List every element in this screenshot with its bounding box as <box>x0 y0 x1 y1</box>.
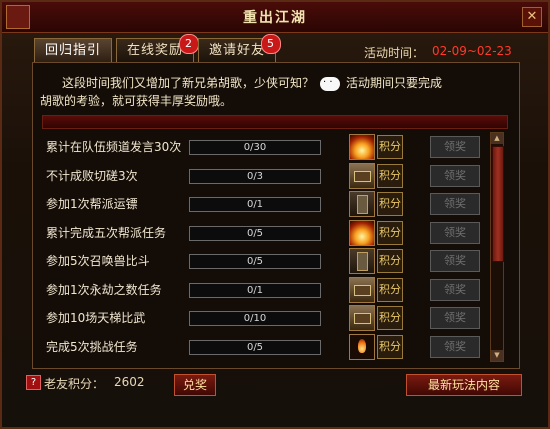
tab-label: 在线奖励 <box>126 43 183 58</box>
chest-icon[interactable] <box>349 276 375 303</box>
claim-reward-button[interactable]: 领奖 <box>430 136 480 158</box>
chest-icon[interactable] <box>349 162 375 189</box>
points-reward-icon[interactable]: 积分 <box>377 306 403 330</box>
task-row: 不计成败切磋3次 0/3 积分 领奖 <box>43 161 488 189</box>
flame-icon[interactable] <box>349 333 375 360</box>
task-progress-bar: 0/5 <box>189 339 321 355</box>
task-name: 参加5次召唤兽比斗 <box>46 254 150 268</box>
task-progress-bar: 0/3 <box>189 168 321 184</box>
task-row: 参加5次召唤兽比斗 0/5 积分 领奖 <box>43 246 488 274</box>
task-name: 累计完成五次帮派任务 <box>46 225 167 240</box>
book-icon[interactable] <box>349 248 375 274</box>
activity-time-value: 02-09~02-23 <box>432 44 512 58</box>
smile-face-icon <box>320 74 341 92</box>
chest-icon[interactable] <box>349 305 375 331</box>
claim-reward-button[interactable]: 领奖 <box>430 221 480 244</box>
points-reward-icon[interactable]: 积分 <box>377 220 403 245</box>
task-progress-bar: 0/5 <box>189 254 321 269</box>
notification-badge: 5 <box>261 34 281 54</box>
points-reward-icon[interactable]: 积分 <box>377 163 403 188</box>
intro-line-1b: 活动期间只要完成 <box>346 76 443 90</box>
task-progress-bar: 0/30 <box>189 140 321 155</box>
task-row: 参加10场天梯比武 0/10 积分 领奖 <box>43 303 488 331</box>
tab-return-guide[interactable]: 回归指引 <box>34 38 112 64</box>
activity-time-label: 活动时间： <box>364 46 425 60</box>
scrollbar[interactable]: ▲ ▼ <box>490 132 504 362</box>
task-progress-bar: 0/1 <box>189 282 321 298</box>
claim-reward-button[interactable]: 领奖 <box>430 335 480 358</box>
points-reward-icon[interactable]: 积分 <box>377 249 403 273</box>
task-list: 累计在队伍频道发言30次 0/30 积分 领奖 不计成败切磋3次 0/3 积分 领奖 参加1次帮… <box>43 132 488 360</box>
task-progress-bar: 0/5 <box>189 225 321 241</box>
latest-content-button[interactable]: 最新玩法内容 <box>406 374 522 396</box>
intro-text: 这段时间我们又增加了新兄弟胡歌，少侠可知？ 活动期间只要完成 胡歌的考验，就可获得… <box>40 74 510 110</box>
task-row: 参加1次永劫之数任务 0/1 积分 领奖 <box>43 275 488 303</box>
notification-badge: 2 <box>179 34 199 54</box>
friend-points-label: 老友积分： <box>44 377 105 391</box>
close-icon[interactable]: ✕ <box>522 7 542 27</box>
task-progress-bar: 0/1 <box>189 197 321 212</box>
task-row: 累计在队伍频道发言30次 0/30 积分 领奖 <box>43 132 488 160</box>
points-reward-icon[interactable]: 积分 <box>377 135 403 159</box>
scroll-up-icon[interactable]: ▲ <box>491 133 503 144</box>
claim-reward-button[interactable]: 领奖 <box>430 278 480 301</box>
task-row: 累计完成五次帮派任务 0/5 积分 领奖 <box>43 218 488 246</box>
tab-online-rewards[interactable]: 在线奖励 2 <box>116 34 199 63</box>
redeem-button[interactable]: 兑奖 <box>174 374 216 396</box>
task-row: 参加1次帮派运镖 0/1 积分 领奖 <box>43 189 488 217</box>
tab-invite-friends[interactable]: 邀请好友 5 <box>198 34 281 63</box>
title-bar: 重出江湖 ✕ <box>2 2 548 33</box>
points-reward-icon[interactable]: 积分 <box>377 334 403 359</box>
help-icon[interactable]: ? <box>26 375 41 390</box>
scroll-down-icon[interactable]: ▼ <box>491 350 503 361</box>
task-progress-bar: 0/10 <box>189 311 321 326</box>
claim-reward-button[interactable]: 领奖 <box>430 250 480 272</box>
tab-label: 邀请好友 <box>208 43 265 58</box>
points-reward-icon[interactable]: 积分 <box>377 277 403 302</box>
list-header-bar <box>42 115 508 129</box>
intro-line-2: 胡歌的考验，就可获得丰厚奖励哦。 <box>40 94 233 108</box>
fire-icon[interactable] <box>349 219 375 246</box>
points-reward-icon[interactable]: 积分 <box>377 192 403 216</box>
task-name: 参加1次永劫之数任务 <box>46 282 162 297</box>
tab-label: 回归指引 <box>44 43 101 58</box>
book-icon[interactable] <box>349 191 375 217</box>
claim-reward-button[interactable]: 领奖 <box>430 307 480 329</box>
intro-line-1a: 这段时间我们又增加了新兄弟胡歌，少侠可知？ <box>62 76 315 90</box>
claim-reward-button[interactable]: 领奖 <box>430 164 480 187</box>
task-name: 参加1次帮派运镖 <box>46 197 138 211</box>
claim-reward-button[interactable]: 领奖 <box>430 193 480 215</box>
task-name: 不计成败切磋3次 <box>46 168 138 183</box>
window-title: 重出江湖 <box>243 10 307 26</box>
fire-icon[interactable] <box>349 134 375 160</box>
scroll-thumb[interactable] <box>492 146 504 262</box>
task-name: 参加10场天梯比武 <box>46 311 146 325</box>
event-window: 重出江湖 ✕ 回归指引 在线奖励 2 邀请好友 5 活动时间： 02-09~02… <box>0 0 550 429</box>
task-row: 完成5次挑战任务 0/5 积分 领奖 <box>43 332 488 360</box>
task-name: 完成5次挑战任务 <box>46 339 138 354</box>
task-name: 累计在队伍频道发言30次 <box>46 140 182 154</box>
friend-points-value: 2602 <box>114 375 145 389</box>
